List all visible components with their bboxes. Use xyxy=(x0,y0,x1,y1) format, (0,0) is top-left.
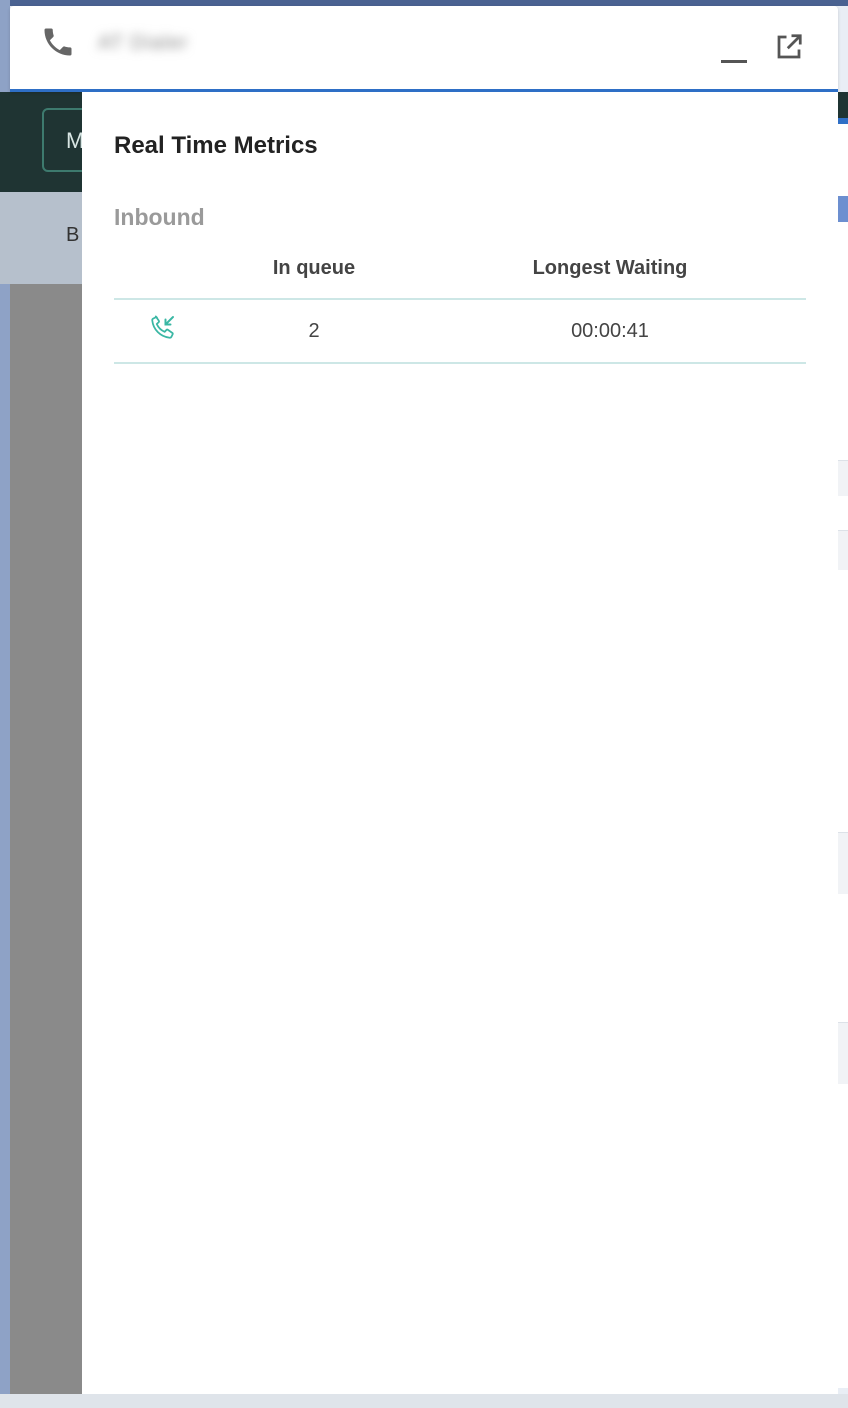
metrics-table-header: In queue Longest Waiting xyxy=(114,242,806,300)
column-header-in-queue: In queue xyxy=(272,257,356,279)
metrics-panel: Real Time Metrics Inbound In queue Longe… xyxy=(82,92,838,1394)
minimize-button[interactable] xyxy=(716,38,752,68)
incoming-call-icon xyxy=(148,312,178,342)
in-queue-value: 2 xyxy=(308,320,320,342)
column-header-longest-waiting: Longest Waiting xyxy=(532,257,688,279)
dialer-window: AT Dialer Real Time Metrics Inbound In q… xyxy=(10,6,838,1394)
app-title: AT Dialer xyxy=(98,32,189,54)
panel-title: Real Time Metrics xyxy=(114,132,318,159)
section-label-inbound: Inbound xyxy=(114,204,205,230)
minimize-icon xyxy=(721,60,747,63)
background-bottom xyxy=(0,1394,848,1408)
popout-icon xyxy=(777,34,802,59)
longest-waiting-value: 00:00:41 xyxy=(571,320,649,342)
background-right-accent xyxy=(838,118,848,124)
dialer-titlebar: AT Dialer xyxy=(10,6,838,92)
background-right-accent-2 xyxy=(838,196,848,222)
background-right-edge xyxy=(838,118,848,1388)
metrics-table: In queue Longest Waiting 2 00:00:41 xyxy=(114,242,806,364)
popout-button[interactable] xyxy=(774,32,804,62)
table-row: 2 00:00:41 xyxy=(114,300,806,364)
phone-icon[interactable] xyxy=(40,24,76,60)
